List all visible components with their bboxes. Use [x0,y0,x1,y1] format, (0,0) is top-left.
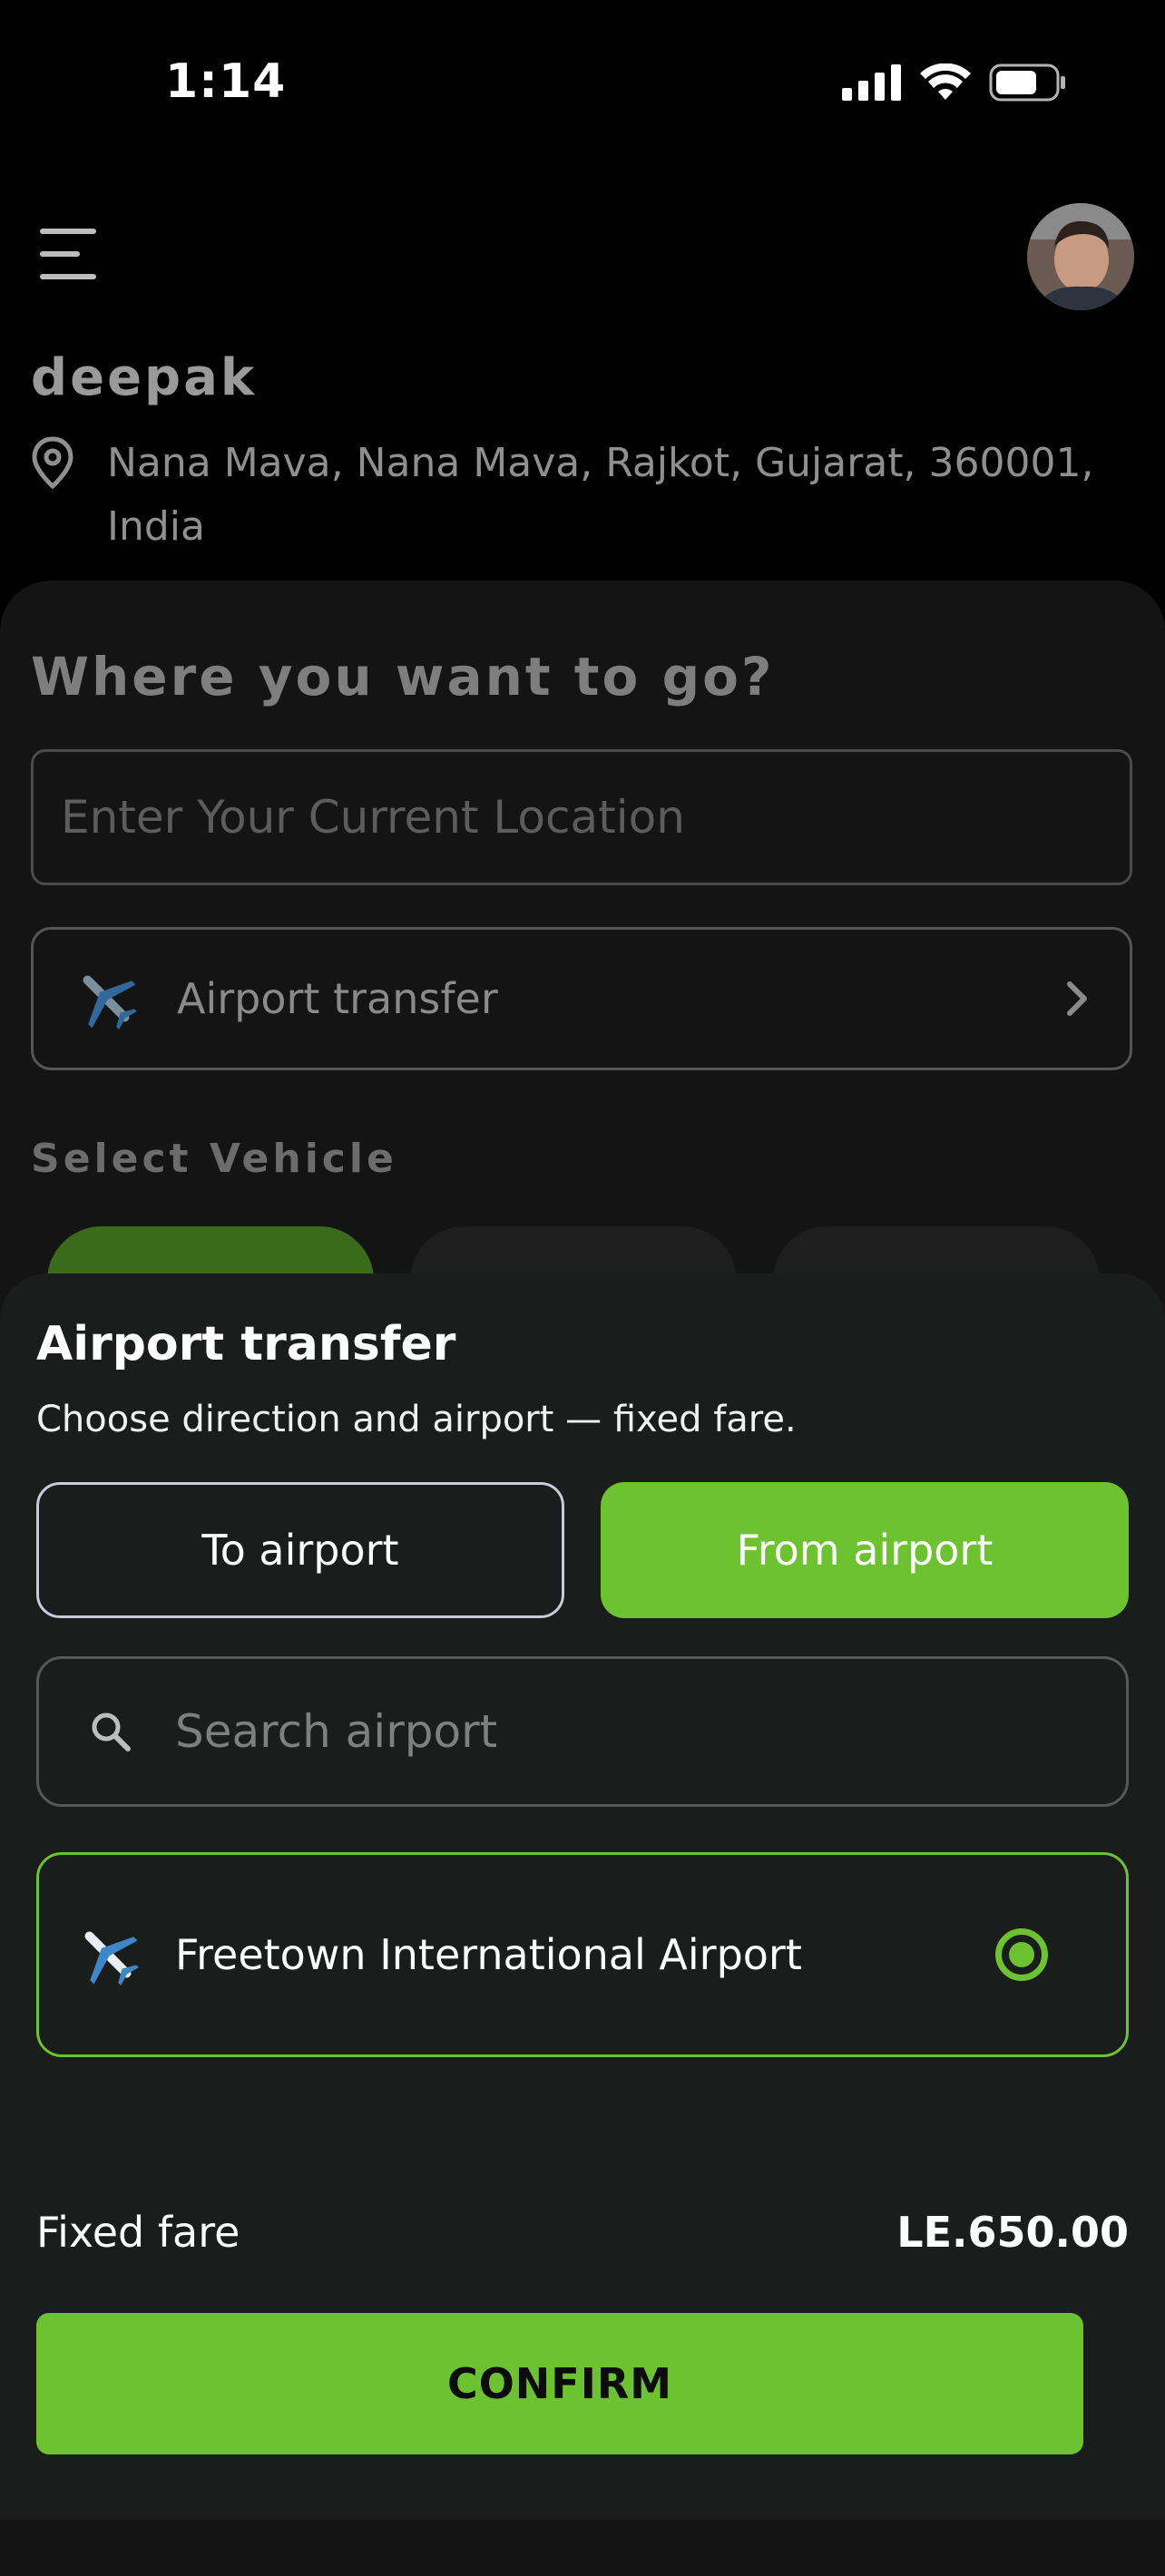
sheet-title: Airport transfer [36,1317,456,1371]
airport-transfer-row[interactable]: Airport transfer [31,927,1132,1070]
airplane-icon [83,975,137,1029]
to-airport-button[interactable]: To airport [36,1482,564,1618]
address-text: Nana Mava, Nana Mava, Rajkot, Gujarat, 3… [107,440,1094,550]
status-icons [842,63,1067,102]
fare-label: Fixed fare [36,2208,240,2257]
battery-icon [989,63,1065,102]
search-icon [92,1712,131,1751]
airport-name: Freetown International Airport [175,1930,802,1979]
search-airport-field[interactable] [36,1656,1129,1807]
where-heading: Where you want to go? [31,646,775,707]
fare-value: LE.650.00 [896,2208,1129,2257]
wifi-icon [920,63,971,100]
chevron-right-icon [1067,981,1087,1016]
avatar[interactable] [1027,203,1134,310]
search-airport-input[interactable] [173,1704,994,1759]
airport-transfer-label: Airport transfer [177,974,498,1023]
user-name: deepak [31,348,258,407]
airport-option[interactable]: Freetown International Airport [36,1852,1129,2057]
airplane-icon [84,1931,139,1986]
status-time: 1:14 [165,54,287,109]
location-pin-icon [32,436,73,490]
sheet-subtitle: Choose direction and airport — fixed far… [36,1399,797,1440]
radio-selected-icon[interactable] [995,1928,1048,1981]
menu-icon[interactable] [40,229,96,279]
from-airport-button[interactable]: From airport [601,1482,1129,1618]
select-vehicle-label: Select Vehicle [31,1136,397,1182]
current-location-input[interactable]: Enter Your Current Location [31,749,1132,885]
confirm-button[interactable]: CONFIRM [36,2313,1083,2454]
signal-icon [842,64,901,101]
